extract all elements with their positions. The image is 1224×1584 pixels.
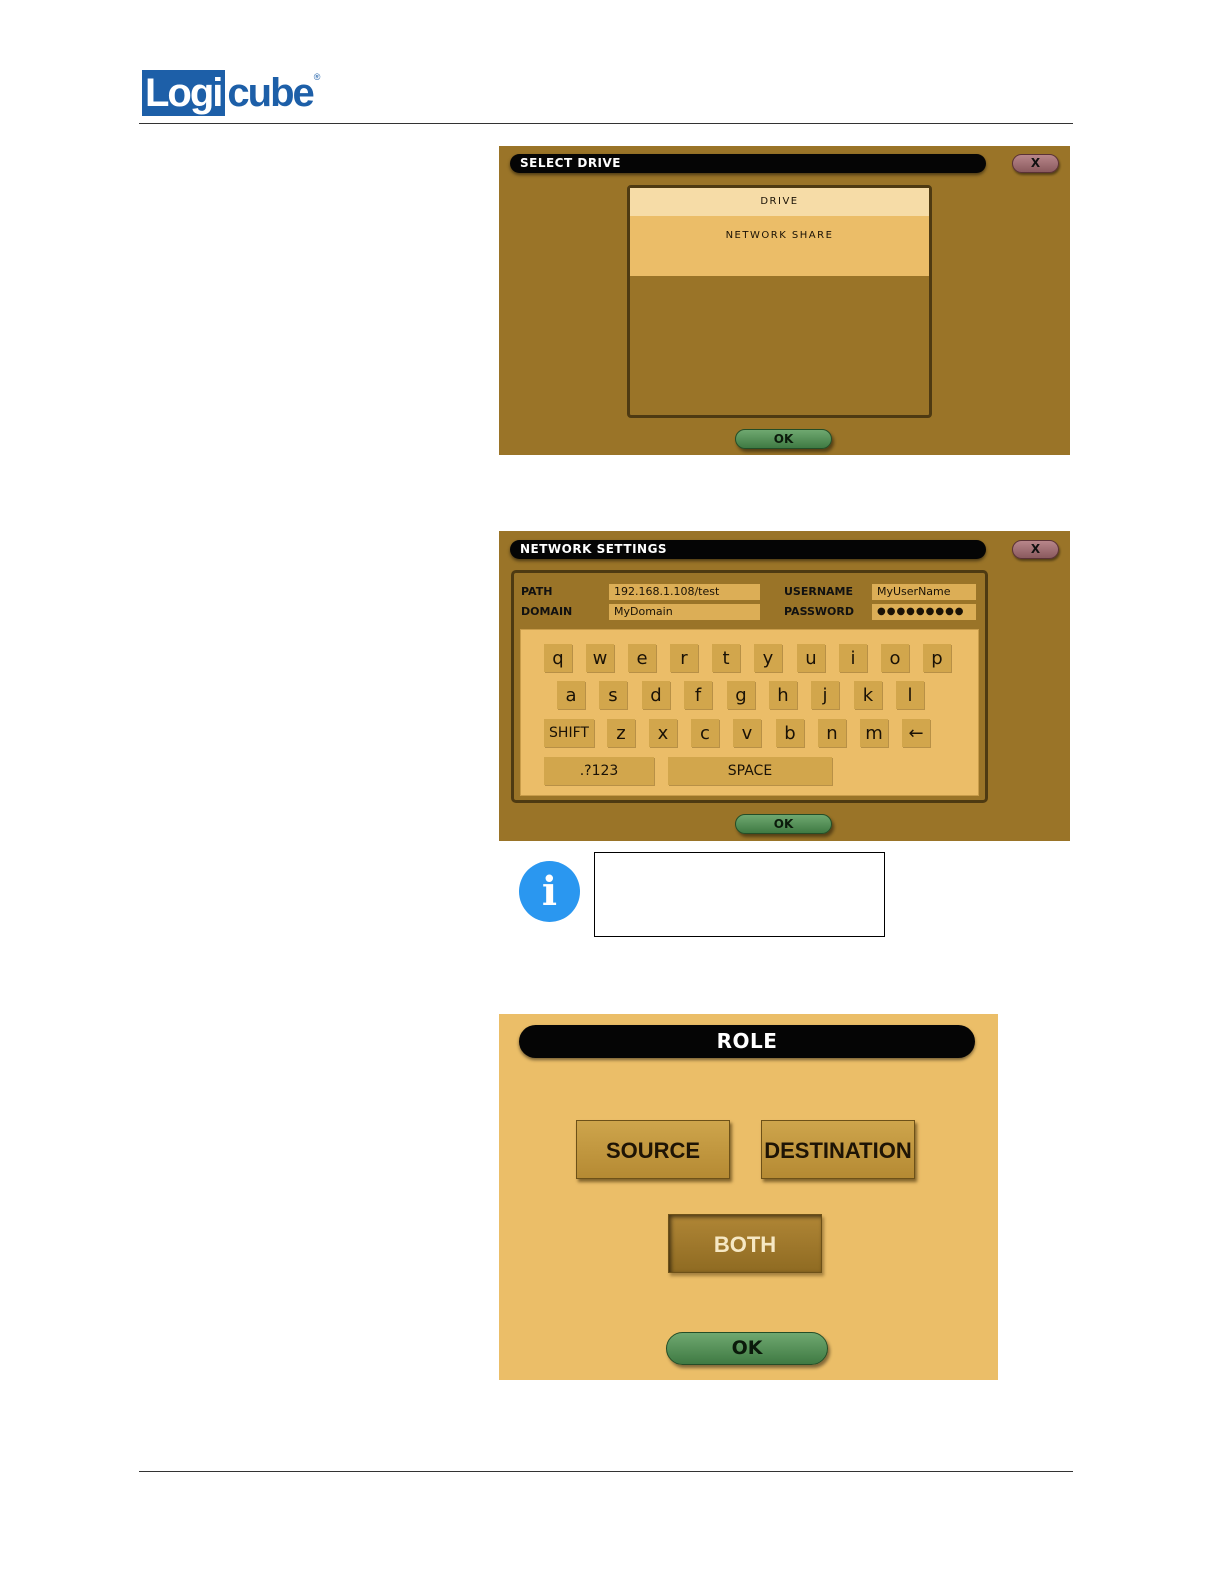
- username-field[interactable]: MyUserName: [872, 584, 976, 600]
- on-screen-keyboard: q w e r t y u i o p a s d f g h j k l SH…: [520, 629, 979, 796]
- source-button[interactable]: SOURCE: [576, 1120, 730, 1179]
- key-v[interactable]: v: [733, 719, 761, 747]
- select-drive-ok-button[interactable]: OK: [735, 429, 832, 449]
- footer-rule: [139, 1471, 1073, 1472]
- domain-field[interactable]: MyDomain: [609, 604, 760, 620]
- key-z[interactable]: z: [607, 719, 635, 747]
- select-drive-title: SELECT DRIVE: [510, 154, 986, 173]
- header-rule: [139, 123, 1073, 124]
- key-h[interactable]: h: [769, 681, 797, 709]
- role-title: ROLE: [519, 1025, 975, 1058]
- key-q[interactable]: q: [544, 644, 572, 672]
- network-settings-ok-button[interactable]: OK: [735, 814, 832, 834]
- network-settings-close-button[interactable]: X: [1012, 540, 1059, 559]
- key-x[interactable]: x: [649, 719, 677, 747]
- key-j[interactable]: j: [811, 681, 839, 709]
- list-item-network-share[interactable]: NETWORK SHARE: [630, 222, 929, 250]
- key-y[interactable]: y: [754, 644, 782, 672]
- key-w[interactable]: w: [586, 644, 614, 672]
- key-g[interactable]: g: [727, 681, 755, 709]
- password-label: PASSWORD: [784, 605, 855, 618]
- key-l[interactable]: l: [896, 681, 924, 709]
- key-d[interactable]: d: [642, 681, 670, 709]
- key-o[interactable]: o: [881, 644, 909, 672]
- logo-boxed-text: Logi: [142, 70, 226, 116]
- path-label: PATH: [521, 585, 553, 598]
- role-ok-button[interactable]: OK: [666, 1332, 828, 1365]
- network-settings-panel: PATH 192.168.1.108/test DOMAIN MyDomain …: [511, 570, 988, 803]
- key-e[interactable]: e: [628, 644, 656, 672]
- network-settings-title: NETWORK SETTINGS: [510, 540, 986, 559]
- role-screen: ROLE SOURCE DESTINATION BOTH OK: [499, 1014, 998, 1380]
- key-c[interactable]: c: [691, 719, 719, 747]
- key-space[interactable]: SPACE: [668, 757, 832, 785]
- key-m[interactable]: m: [860, 719, 888, 747]
- key-s[interactable]: s: [599, 681, 627, 709]
- select-drive-close-button[interactable]: X: [1012, 154, 1059, 173]
- key-shift[interactable]: SHIFT: [544, 719, 594, 747]
- logo-registered-mark: ®: [313, 72, 321, 82]
- key-r[interactable]: r: [670, 644, 698, 672]
- domain-label: DOMAIN: [521, 605, 573, 618]
- key-k[interactable]: k: [854, 681, 882, 709]
- key-b[interactable]: b: [776, 719, 804, 747]
- key-n[interactable]: n: [818, 719, 846, 747]
- select-drive-screen: SELECT DRIVE X DRIVE NETWORK SHARE OK: [499, 146, 1070, 455]
- key-u[interactable]: u: [797, 644, 825, 672]
- key-f[interactable]: f: [684, 681, 712, 709]
- logicube-logo: Logi cube ®: [142, 70, 320, 116]
- both-button[interactable]: BOTH: [668, 1214, 822, 1273]
- network-settings-screen: NETWORK SETTINGS X PATH 192.168.1.108/te…: [499, 531, 1070, 841]
- logo-text: cube: [227, 71, 314, 115]
- path-field[interactable]: 192.168.1.108/test: [609, 584, 760, 600]
- username-label: USERNAME: [784, 585, 854, 598]
- key-i[interactable]: i: [839, 644, 867, 672]
- list-item-drive[interactable]: DRIVE: [630, 188, 929, 216]
- key-t[interactable]: t: [712, 644, 740, 672]
- drive-type-list: DRIVE NETWORK SHARE: [627, 185, 932, 418]
- key-a[interactable]: a: [557, 681, 585, 709]
- password-field[interactable]: ●●●●●●●●●: [872, 604, 976, 620]
- note-box: [594, 852, 885, 937]
- destination-button[interactable]: DESTINATION: [761, 1120, 915, 1179]
- info-icon: i: [519, 861, 580, 922]
- key-p[interactable]: p: [923, 644, 951, 672]
- backspace-key[interactable]: ←: [902, 719, 930, 747]
- key-symbols[interactable]: .?123: [544, 757, 654, 785]
